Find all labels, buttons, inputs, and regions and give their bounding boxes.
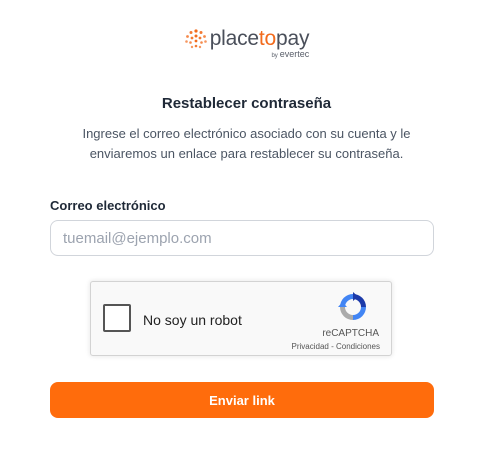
recaptcha-privacy-link[interactable]: Privacidad — [292, 342, 329, 351]
reset-password-page: placetopay by evertec Restablecer contras… — [0, 0, 493, 453]
recaptcha-label: No soy un robot — [143, 312, 242, 328]
logo-by: by — [271, 53, 278, 59]
recaptcha-checkbox[interactable] — [103, 304, 131, 332]
logo-partner: evertec — [279, 49, 310, 59]
logo-byline: by evertec — [271, 49, 309, 59]
page-description: Ingrese el correo electrónico asociado c… — [82, 126, 411, 161]
placetopay-dots-icon — [184, 29, 207, 49]
logo-word-pay: pay — [276, 27, 310, 50]
logo-word-place: place — [209, 27, 259, 50]
email-label: Correo electrónico — [50, 198, 166, 213]
logo-wordmark: placetopay — [210, 27, 310, 51]
logo-word-to: to — [258, 27, 277, 50]
placetopay-logo: placetopay by evertec — [0, 26, 493, 60]
send-link-button[interactable]: Enviar link — [50, 382, 434, 418]
page-title: Restablecer contraseña — [161, 95, 332, 112]
email-field[interactable] — [50, 220, 434, 256]
logo-inner: placetopay by evertec — [184, 26, 310, 60]
recaptcha-terms-link[interactable]: Condiciones — [336, 342, 380, 351]
recaptcha-brand: reCAPTCHA — [322, 328, 379, 339]
recaptcha-logo-icon — [338, 292, 366, 320]
recaptcha-links: Privacidad - Condiciones — [292, 342, 381, 351]
recaptcha-widget: No soy un robot reCAPTCHA Privacidad - C… — [90, 281, 392, 356]
recaptcha-separator: - — [328, 342, 336, 351]
